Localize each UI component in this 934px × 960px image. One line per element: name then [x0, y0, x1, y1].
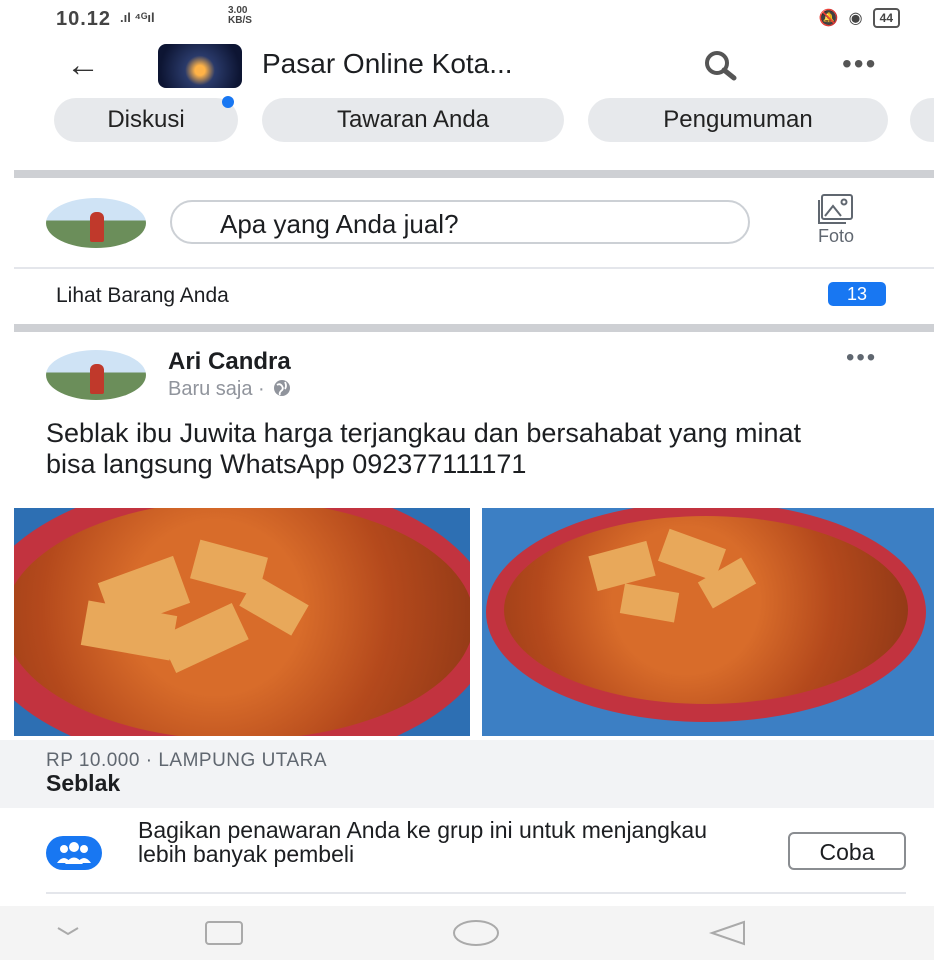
- author-avatar[interactable]: [46, 350, 146, 400]
- mute-icon: 🔕: [818, 10, 839, 27]
- share-prompt: Bagikan penawaran Anda ke grup ini untuk…: [0, 812, 934, 892]
- user-avatar[interactable]: [46, 198, 146, 248]
- status-right: 🔕 ◉ 44: [819, 8, 900, 28]
- recents-icon[interactable]: [200, 914, 248, 950]
- tab-next[interactable]: [910, 98, 934, 142]
- tab-diskusi[interactable]: Diskusi: [54, 96, 238, 142]
- your-items-label: Lihat Barang Anda: [56, 284, 229, 307]
- status-time: 10.12: [56, 8, 112, 30]
- post-author[interactable]: Ari Candra: [168, 348, 291, 376]
- back-triangle-icon[interactable]: [704, 914, 752, 950]
- system-nav-bar: [0, 906, 934, 960]
- search-icon[interactable]: [702, 48, 738, 84]
- tab-pengumuman[interactable]: Pengumuman: [588, 98, 888, 142]
- group-title[interactable]: Pasar Online Kota...: [262, 48, 513, 80]
- post-header: Ari Candra Baru saja · •••: [0, 340, 934, 410]
- tab-label: Diskusi: [107, 106, 185, 133]
- group-people-icon: [46, 836, 102, 870]
- listing-details[interactable]: RP 10.000 · LAMPUNG UTARA Seblak: [0, 740, 934, 808]
- listing-price-location: RP 10.000 · LAMPUNG UTARA: [46, 750, 328, 771]
- back-arrow-icon[interactable]: ←: [66, 46, 100, 85]
- network-speed: 3.00 KB/S: [228, 6, 252, 26]
- sell-input[interactable]: Apa yang Anda jual?: [170, 200, 750, 244]
- tab-label: Pengumuman: [663, 106, 813, 133]
- photo-icon: [818, 194, 853, 224]
- photo-label: Foto: [817, 226, 855, 246]
- share-prompt-text: Bagikan penawaran Anda ke grup ini untuk…: [138, 817, 708, 867]
- app-header: ← Pasar Online Kota... •••: [0, 38, 934, 96]
- post-time: Baru saja ·: [168, 378, 292, 401]
- rotation-lock-icon: ◉: [848, 10, 863, 27]
- group-avatar[interactable]: [158, 44, 242, 88]
- listing-title: Seblak: [46, 770, 121, 796]
- tab-tawaran-anda[interactable]: Tawaran Anda: [262, 98, 564, 142]
- chevron-down-icon[interactable]: [44, 914, 92, 950]
- home-icon[interactable]: [452, 914, 500, 950]
- post-photo-1[interactable]: [14, 508, 470, 736]
- battery-icon: 44: [872, 8, 900, 28]
- status-bar: 10.12 .ıl ⁴ᴳıl 3.00 KB/S 🔕 ◉ 44: [0, 0, 934, 38]
- photo-button[interactable]: Foto: [800, 192, 872, 247]
- post-photo-2[interactable]: [482, 508, 934, 736]
- network-speed-unit: KB/S: [228, 15, 252, 26]
- post-text: Seblak ibu Juwita harga terjangkau dan b…: [46, 418, 801, 479]
- post-more-icon[interactable]: •••: [846, 344, 877, 372]
- section-divider: [14, 324, 934, 332]
- tab-label: Tawaran Anda: [336, 106, 490, 133]
- your-items-row[interactable]: Lihat Barang Anda 13: [0, 270, 934, 320]
- section-divider: [14, 170, 934, 178]
- more-icon[interactable]: •••: [842, 48, 877, 80]
- post-time-text: Baru saja ·: [168, 378, 265, 400]
- sell-composer: Apa yang Anda jual? Foto: [0, 180, 934, 266]
- divider: [14, 267, 934, 269]
- try-button[interactable]: Coba: [788, 832, 906, 870]
- divider: [46, 892, 906, 894]
- signal-icon: .ıl ⁴ᴳıl: [120, 10, 155, 25]
- globe-icon: [274, 380, 291, 396]
- group-tabs: Diskusi Tawaran Anda Pengumuman: [0, 96, 934, 148]
- notification-dot: [222, 96, 234, 108]
- items-count-badge: 13: [828, 282, 886, 306]
